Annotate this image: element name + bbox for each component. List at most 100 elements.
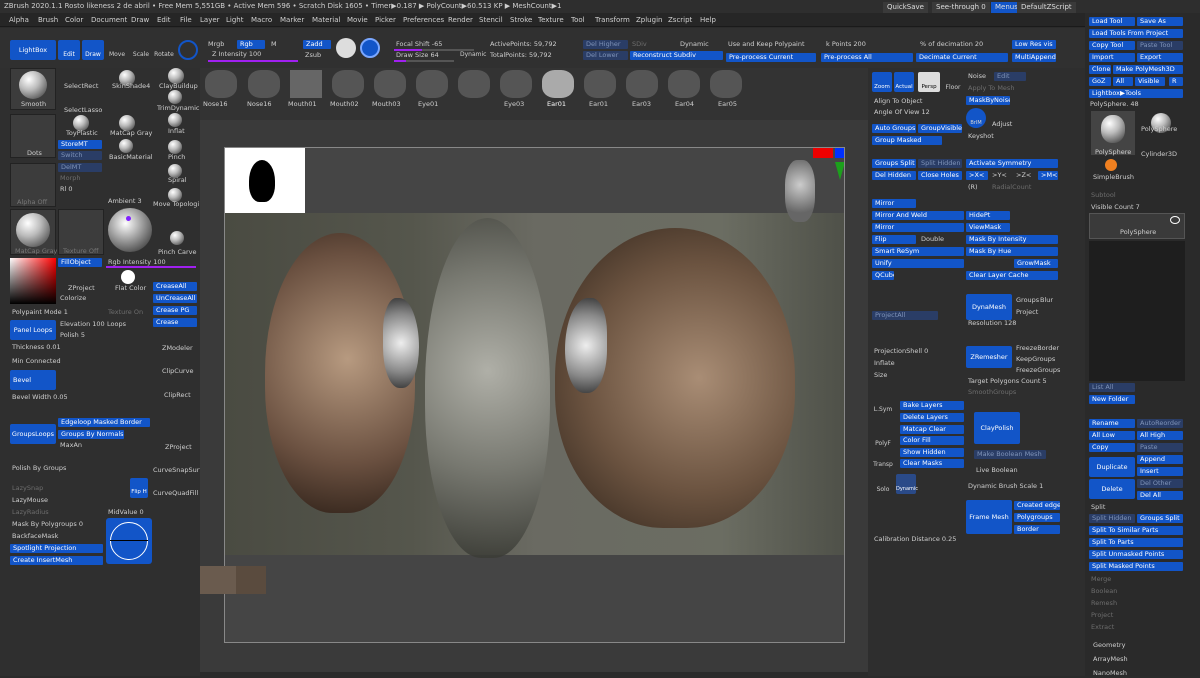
qcube-button[interactable]: QCube	[872, 271, 894, 280]
groups-split-button[interactable]: Groups Split	[872, 159, 916, 168]
zadd-toggle[interactable]: Zadd	[303, 40, 331, 49]
polygroups-button[interactable]: Polygroups	[1014, 513, 1060, 522]
noise-toggle[interactable]: Noise	[968, 72, 986, 81]
save-as-button[interactable]: Save As	[1137, 17, 1183, 26]
zproject-brush[interactable]: ZProject	[68, 284, 95, 293]
thickness-slider[interactable]: Thickness 0.01	[12, 343, 61, 352]
new-folder-button[interactable]: New Folder	[1089, 395, 1135, 404]
dynamesh-groups-toggle[interactable]: Groups	[1016, 296, 1039, 305]
light-position-dot[interactable]	[126, 216, 131, 221]
border-button[interactable]: Border	[1014, 525, 1060, 534]
goz-visible-button[interactable]: Visible	[1135, 77, 1165, 86]
sculpt-head-mesh[interactable]	[425, 218, 550, 558]
reference-thumbnail-1[interactable]	[200, 566, 236, 594]
menu-draw[interactable]: Draw	[131, 13, 149, 27]
noise-edit-button[interactable]: Edit	[994, 72, 1026, 81]
mrgb-toggle[interactable]: Mrgb	[208, 40, 224, 49]
nose-thumb-icon[interactable]	[205, 70, 237, 98]
keyshot-button[interactable]: Keyshot	[968, 132, 994, 141]
menu-zscript[interactable]: Zscript	[668, 13, 692, 27]
z-intensity-track[interactable]	[208, 60, 298, 62]
ear-thumb-icon-5[interactable]	[710, 70, 742, 98]
visible-count-slider[interactable]: Visible Count 7	[1091, 203, 1140, 212]
actual-button[interactable]: Actual	[894, 72, 914, 92]
keepgroups-toggle[interactable]: KeepGroups	[1016, 355, 1055, 364]
basicmaterial-icon[interactable]	[119, 139, 133, 153]
shelf-item-eye01[interactable]: Eye01	[418, 100, 438, 109]
brush-thumbnail[interactable]: Smooth	[10, 68, 56, 110]
split-to-parts-button[interactable]: Split To Parts	[1089, 538, 1183, 547]
bevel-button[interactable]: Bevel	[10, 370, 56, 390]
stroke-thumbnail[interactable]: Dots	[10, 114, 56, 158]
maskbynoise-button[interactable]: MaskByNoise	[966, 96, 1010, 105]
copy-tool-button[interactable]: Copy Tool	[1089, 41, 1135, 50]
merge-section[interactable]: Merge	[1091, 575, 1111, 584]
auto-groups-button[interactable]: Auto Groups	[872, 124, 916, 133]
decimate-current-button[interactable]: Decimate Current	[916, 53, 1008, 62]
menu-alpha[interactable]: Alpha	[9, 13, 29, 27]
menu-file[interactable]: File	[180, 13, 192, 27]
boolean-section[interactable]: Boolean	[1091, 587, 1117, 596]
bake-layers-button[interactable]: Bake Layers	[900, 401, 964, 410]
sdiv-slider[interactable]: SDiv	[632, 40, 647, 49]
panel-loops-button[interactable]: Panel Loops	[10, 320, 56, 340]
quicksave-button[interactable]: QuickSave	[883, 2, 928, 13]
matcapgray-material[interactable]: MatCap Gray	[110, 129, 152, 138]
matcap-clear-button[interactable]: Matcap Clear	[900, 425, 964, 434]
delete-layers-button[interactable]: Delete Layers	[900, 413, 964, 422]
export-button[interactable]: Export	[1137, 53, 1183, 62]
mirror-button[interactable]: Mirror	[872, 199, 916, 208]
clear-masks-button[interactable]: Clear Masks	[900, 459, 964, 468]
edit-button[interactable]: Edit	[58, 40, 80, 60]
subtool-list-item[interactable]: PolySphere	[1089, 213, 1185, 239]
dynamesh-blur-slider[interactable]: Blur	[1040, 296, 1053, 305]
symmetry-m-toggle[interactable]: >M<	[1038, 171, 1058, 180]
activate-symmetry-button[interactable]: Activate Symmetry	[966, 159, 1058, 168]
light-sphere[interactable]	[108, 208, 152, 252]
create-insertmesh-button[interactable]: Create InsertMesh	[10, 556, 103, 565]
persp-button[interactable]: Persp	[918, 72, 940, 92]
inflat-brush[interactable]: Inflat	[168, 127, 185, 136]
arraymesh-section[interactable]: ArrayMesh	[1093, 655, 1128, 664]
flatcolor-icon[interactable]	[121, 270, 135, 284]
viewmask-button[interactable]: ViewMask	[966, 223, 1010, 232]
menu-help[interactable]: Help	[700, 13, 716, 27]
nose-thumb-icon-2[interactable]	[248, 70, 280, 98]
preprocess-current-button[interactable]: Pre-process Current	[726, 53, 816, 62]
extract-section[interactable]: Extract	[1091, 623, 1114, 632]
lazyradius-slider[interactable]: LazyRadius	[12, 508, 49, 517]
radial-r-toggle[interactable]: (R)	[968, 183, 978, 192]
ear-thumb-icon-3[interactable]	[626, 70, 658, 98]
load-tools-from-project-button[interactable]: Load Tools From Project	[1089, 29, 1183, 38]
append-button[interactable]: Append	[1137, 455, 1183, 464]
split-unmasked-points-button[interactable]: Split Unmasked Points	[1089, 550, 1183, 559]
floor-button[interactable]: Floor	[942, 84, 964, 91]
claybuildup-brush[interactable]: ClayBuildup	[159, 82, 198, 91]
mirror-button-2[interactable]: Mirror	[872, 223, 964, 232]
texture-on-toggle[interactable]: Texture On	[108, 308, 143, 317]
shelf-item-ear02[interactable]: Ear01	[589, 100, 608, 109]
focal-shift-slider[interactable]: Focal Shift -65	[396, 40, 442, 49]
shelf-item-mouth02[interactable]: Mouth02	[330, 100, 359, 109]
scale-button[interactable]: Scale	[130, 40, 152, 60]
shelf-item-ear04[interactable]: Ear04	[675, 100, 694, 109]
polish-slider[interactable]: Polish 5	[60, 331, 85, 340]
del-hidden-button[interactable]: Del Hidden	[872, 171, 916, 180]
geometry-section[interactable]: Geometry	[1093, 641, 1125, 650]
fillobject-button[interactable]: FillObject	[58, 258, 102, 267]
elevation-slider[interactable]: Elevation 100	[60, 320, 105, 329]
menu-edit[interactable]: Edit	[157, 13, 171, 27]
spiral-brush[interactable]: Spiral	[168, 176, 187, 185]
skinshade-material[interactable]: SkinShade4	[112, 82, 150, 91]
rename-button[interactable]: Rename	[1089, 419, 1135, 428]
mask-by-polygroups-slider[interactable]: Mask By Polygroups 0	[12, 520, 83, 529]
loops-slider[interactable]: Loops	[107, 320, 126, 329]
groups-split-subtool-button[interactable]: Groups Split	[1137, 514, 1183, 523]
trimdynamic-icon[interactable]	[168, 90, 182, 104]
delmt-button[interactable]: DelMT	[58, 163, 102, 172]
ear-thumb-icon-2[interactable]	[584, 70, 616, 98]
load-tool-button[interactable]: Load Tool	[1089, 17, 1135, 26]
texture-thumbnail[interactable]: Texture Off	[58, 209, 104, 255]
rl-slider[interactable]: Rl 0	[60, 185, 73, 194]
mouth-thumb-icon-2[interactable]	[332, 70, 364, 98]
